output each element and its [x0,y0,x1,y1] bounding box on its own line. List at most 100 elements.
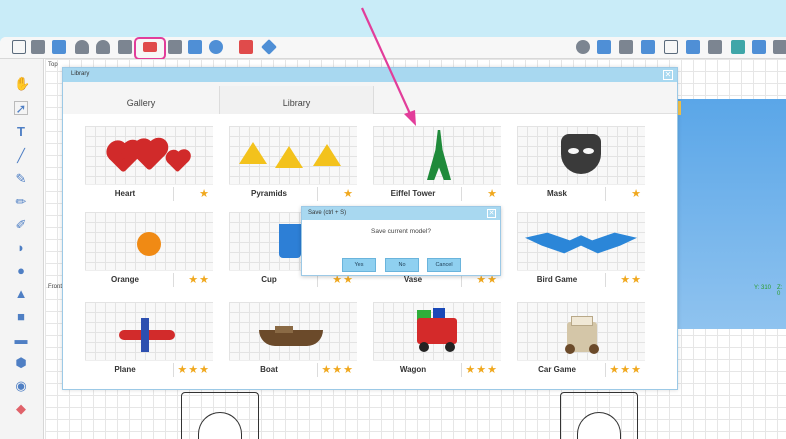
model-card-plane[interactable]: Plane ★★★ [85,302,213,378]
model-name: Pyramids [250,189,288,198]
library-title: Library [71,71,90,77]
save-dialog: Save (ctrl + S) ✕ Save current model? Ye… [301,206,501,276]
save-titlebar: Save (ctrl + S) ✕ [302,207,500,220]
model-name: Eiffel Tower [390,189,436,198]
star-rating: ★★★ [177,364,210,376]
save-icon[interactable] [52,40,66,54]
no-button[interactable]: No [385,258,419,272]
close-icon[interactable]: ✕ [663,70,673,80]
share-icon[interactable] [597,40,611,54]
pen-tool-icon[interactable]: ✎ [14,172,28,186]
highlight-annotation [134,37,166,60]
coord-y: Y: 310 [754,285,772,291]
sphere-icon[interactable]: ◉ [14,379,28,393]
tool-palette: ✋ ➚ T ╱ ✎ ✏ ✐ ◗ ● ▲ ■ ▬ ⬢ ◉ ◆ [0,59,44,439]
model-name: Car Game [538,365,576,374]
undo-icon[interactable] [75,40,89,54]
star-rating: ★★★ [465,364,498,376]
model-name: Mask [546,189,567,198]
model-name: Boat [260,365,278,374]
circle-icon[interactable]: ● [14,264,28,278]
text-tool-icon[interactable]: T [14,125,28,139]
arch-shape-left[interactable] [181,392,259,439]
save-dialog-title: Save (ctrl + S) [308,210,347,216]
star-rating: ★★ [188,274,210,286]
model-thumbnail [517,302,645,360]
star-rating: ★ [343,188,354,200]
model-thumbnail [517,212,645,270]
tab-library[interactable]: Library [220,86,374,114]
redo-icon[interactable] [96,40,110,54]
book-icon[interactable] [168,40,182,54]
library-titlebar: Library ✕ [63,68,677,82]
close-icon[interactable]: ✕ [487,209,496,218]
top-view-label: Top [48,62,58,68]
columns-icon[interactable] [752,40,766,54]
model-name: Vase [403,275,423,284]
flash-icon[interactable] [641,40,655,54]
model-name: Cup [261,275,277,284]
star-rating: ★★★ [321,364,354,376]
model-name: Bird Game [536,275,578,284]
tab-gallery[interactable]: Gallery [63,86,220,114]
new-file-icon[interactable] [12,40,26,54]
star-rating: ★ [487,188,498,200]
diamond-icon[interactable] [261,39,277,55]
rectangle-icon[interactable]: ▬ [14,333,28,347]
align-icon[interactable] [239,40,253,54]
3d-viewport[interactable] [675,99,786,329]
triangle-icon[interactable]: ▲ [14,287,28,301]
model-card-wagon[interactable]: Wagon ★★★ [373,302,501,378]
globe-icon[interactable] [209,40,223,54]
model-card-car-game[interactable]: Car Game ★★★ [517,302,645,378]
copy-icon[interactable] [188,40,202,54]
library-tabbar: Gallery Library [63,82,677,114]
model-thumbnail [85,212,213,270]
model-card-heart[interactable]: Heart ★ [85,126,213,202]
cut-icon[interactable] [118,40,132,54]
hand-icon[interactable]: ✋ [14,77,30,91]
model-card-pyramids[interactable]: Pyramids ★ [229,126,357,202]
model-card-bird-game[interactable]: Bird Game ★★ [517,212,645,288]
model-thumbnail [85,126,213,184]
save-message: Save current model? [371,228,431,235]
square-icon[interactable]: ■ [14,310,28,324]
half-circle-icon[interactable]: ◗ [14,241,28,255]
model-thumbnail [373,302,501,360]
preview-icon[interactable] [731,40,745,54]
line-tool-icon[interactable]: ╱ [14,149,28,163]
cube-icon[interactable] [708,40,722,54]
model-name: Orange [110,275,139,284]
pencil-tool-icon[interactable]: ✏ [14,195,28,209]
arch-shape-right[interactable] [560,392,638,439]
print-icon[interactable] [619,40,633,54]
model-thumbnail [229,126,357,184]
pointer-icon[interactable]: ➚ [14,101,28,116]
model-thumbnail [373,126,501,184]
star-rating: ★ [199,188,210,200]
cancel-button[interactable]: Cancel [427,258,461,272]
main-toolbar [0,37,786,60]
user-icon[interactable] [576,40,590,54]
grid-icon[interactable] [686,40,700,54]
settings-icon[interactable] [773,40,786,54]
model-name: Wagon [399,365,427,374]
model-card-eiffel-tower[interactable]: Eiffel Tower ★ [373,126,501,202]
eraser-icon[interactable]: ◆ [14,402,28,416]
fit-icon[interactable] [664,40,678,54]
model-thumbnail [85,302,213,360]
model-name: Plane [114,365,136,374]
open-folder-icon[interactable] [31,40,45,54]
yes-button[interactable]: Yes [342,258,376,272]
model-name: Heart [114,189,136,198]
hexagon-icon[interactable]: ⬢ [14,356,28,370]
model-card-boat[interactable]: Boat ★★★ [229,302,357,378]
star-rating: ★★ [620,274,642,286]
coord-z: Z: 0 [777,285,783,297]
star-rating: ★★★ [609,364,642,376]
model-card-orange[interactable]: Orange ★★ [85,212,213,288]
model-card-mask[interactable]: Mask ★ [517,126,645,202]
front-view-label: Front [48,284,63,290]
brush-tool-icon[interactable]: ✐ [14,218,28,232]
star-rating: ★ [631,188,642,200]
